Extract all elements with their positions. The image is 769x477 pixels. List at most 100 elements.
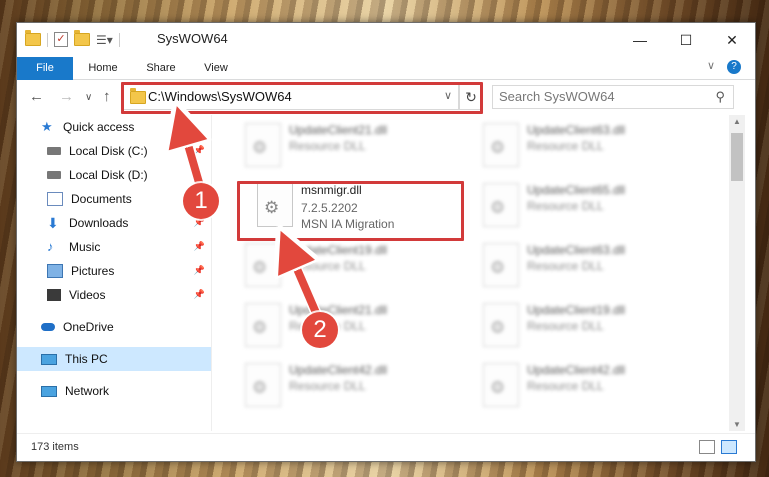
nav-label: Videos bbox=[69, 288, 106, 302]
close-button[interactable]: ✕ bbox=[709, 23, 755, 57]
nav-label: Documents bbox=[71, 192, 132, 206]
scroll-down-icon[interactable]: ▼ bbox=[733, 420, 741, 429]
new-folder-icon[interactable] bbox=[74, 30, 90, 46]
nav-this-pc[interactable]: This PC bbox=[17, 347, 211, 371]
file-type: Resource DLL bbox=[527, 139, 604, 153]
file-item[interactable]: UpdateClient19.dll Resource DLL bbox=[237, 239, 467, 295]
nav-label: Downloads bbox=[69, 216, 129, 230]
divider bbox=[47, 32, 48, 47]
nav-quick-access[interactable]: ★ Quick access bbox=[17, 115, 211, 139]
large-icons-view-icon[interactable] bbox=[721, 440, 737, 454]
search-input[interactable]: Search SysWOW64 ⚲ bbox=[492, 85, 734, 109]
expand-ribbon-icon[interactable]: ∨ bbox=[707, 59, 715, 72]
forward-arrow-icon[interactable]: → bbox=[59, 88, 74, 105]
window-title: SysWOW64 bbox=[157, 31, 228, 46]
file-explorer-window: ✓ ☰▾ SysWOW64 — ☐ ✕ File Home Share View… bbox=[16, 22, 756, 462]
file-type: Resource DLL bbox=[289, 259, 366, 273]
dll-file-icon bbox=[245, 303, 281, 347]
title-bar: ✓ ☰▾ SysWOW64 — ☐ ✕ bbox=[17, 23, 755, 57]
documents-icon bbox=[47, 192, 63, 206]
video-icon bbox=[47, 289, 61, 301]
file-item[interactable]: UpdateClient42.dll Resource DLL bbox=[475, 359, 705, 415]
nav-label: OneDrive bbox=[63, 320, 114, 334]
computer-icon bbox=[41, 353, 57, 365]
nav-network[interactable]: Network bbox=[17, 379, 211, 403]
nav-label: Local Disk (C:) bbox=[69, 144, 148, 158]
recent-locations-icon[interactable]: ∨ bbox=[85, 92, 92, 103]
vertical-scrollbar[interactable]: ▲ ▼ bbox=[729, 115, 745, 431]
nav-downloads[interactable]: ⬇ Downloads 📌 bbox=[17, 211, 211, 235]
pin-icon: 📌 bbox=[193, 241, 205, 251]
pin-icon: 📌 bbox=[193, 145, 205, 155]
file-item[interactable]: UpdateClient42.dll Resource DLL bbox=[237, 359, 467, 415]
tab-share[interactable]: Share bbox=[135, 57, 187, 79]
customize-toolbar-icon[interactable]: ☰▾ bbox=[96, 33, 113, 47]
file-name: UpdateClient42.dll bbox=[527, 363, 626, 377]
cloud-icon bbox=[41, 323, 55, 331]
file-name: UpdateClient19.dll bbox=[527, 303, 626, 317]
nav-label: Music bbox=[69, 240, 101, 254]
drive-icon bbox=[47, 171, 61, 179]
details-view-icon[interactable] bbox=[699, 440, 715, 454]
nav-local-disk-d[interactable]: Local Disk (D:) bbox=[17, 163, 211, 187]
star-icon: ★ bbox=[41, 119, 53, 134]
file-type: Resource DLL bbox=[527, 259, 604, 273]
dll-file-icon bbox=[483, 363, 519, 407]
dll-file-icon bbox=[483, 303, 519, 347]
file-item[interactable]: UpdateClient63.dll Resource DLL bbox=[475, 239, 705, 295]
folder-icon[interactable] bbox=[25, 30, 41, 46]
tab-home[interactable]: Home bbox=[77, 57, 129, 79]
pin-icon: 📌 bbox=[193, 289, 205, 299]
file-item[interactable]: UpdateClient63.dll Resource DLL bbox=[475, 119, 705, 175]
scroll-up-icon[interactable]: ▲ bbox=[733, 117, 741, 126]
nav-pictures[interactable]: Pictures 📌 bbox=[17, 259, 211, 283]
minimize-button[interactable]: — bbox=[617, 23, 663, 57]
address-highlight-frame bbox=[121, 82, 483, 114]
dll-file-icon bbox=[245, 363, 281, 407]
scroll-thumb[interactable] bbox=[731, 133, 743, 181]
file-name: UpdateClient42.dll bbox=[289, 363, 388, 377]
nav-label: Local Disk (D:) bbox=[69, 168, 148, 182]
dll-file-icon bbox=[483, 243, 519, 287]
file-type: Resource DLL bbox=[527, 199, 604, 213]
address-bar-row: ← → ∨ ↑ C:\Windows\SysWOW64 ∨ ↻ Search S… bbox=[17, 80, 755, 114]
file-type: Resource DLL bbox=[527, 379, 604, 393]
nav-documents[interactable]: Documents 📌 bbox=[17, 187, 211, 211]
search-icon: ⚲ bbox=[715, 89, 725, 104]
file-list: UpdateClient21.dll Resource DLL UpdateCl… bbox=[213, 115, 729, 431]
item-count: 173 items bbox=[31, 441, 79, 453]
nav-label: Network bbox=[65, 384, 110, 398]
file-item[interactable]: UpdateClient19.dll Resource DLL bbox=[475, 299, 705, 355]
nav-label: Pictures bbox=[71, 264, 115, 278]
nav-label: This PC bbox=[65, 352, 108, 366]
download-icon: ⬇ bbox=[47, 215, 59, 231]
file-name: UpdateClient63.dll bbox=[527, 123, 626, 137]
drive-icon bbox=[47, 147, 61, 155]
help-icon[interactable]: ? bbox=[727, 60, 741, 74]
nav-label: Quick access bbox=[63, 120, 135, 134]
quick-access-toolbar: ✓ ☰▾ bbox=[25, 30, 120, 47]
up-arrow-icon[interactable]: ↑ bbox=[103, 88, 111, 105]
nav-music[interactable]: ♪ Music 📌 bbox=[17, 235, 211, 259]
file-name: UpdateClient65.dll bbox=[527, 183, 626, 197]
callout-one: 1 bbox=[183, 183, 219, 219]
nav-onedrive[interactable]: OneDrive bbox=[17, 315, 211, 339]
pin-icon: 📌 bbox=[193, 265, 205, 275]
search-placeholder: Search SysWOW64 bbox=[499, 89, 615, 104]
callout-two: 2 bbox=[302, 312, 338, 348]
maximize-button[interactable]: ☐ bbox=[663, 23, 709, 57]
nav-local-disk-c[interactable]: Local Disk (C:) 📌 bbox=[17, 139, 211, 163]
nav-videos[interactable]: Videos 📌 bbox=[17, 283, 211, 307]
music-icon: ♪ bbox=[47, 239, 54, 254]
file-type: Resource DLL bbox=[527, 319, 604, 333]
dll-file-icon bbox=[245, 243, 281, 287]
file-item[interactable]: UpdateClient21.dll Resource DLL bbox=[237, 299, 467, 355]
tab-view[interactable]: View bbox=[193, 57, 239, 79]
file-item[interactable]: UpdateClient21.dll Resource DLL bbox=[237, 119, 467, 175]
file-item[interactable]: UpdateClient65.dll Resource DLL bbox=[475, 179, 705, 235]
properties-icon[interactable]: ✓ bbox=[54, 32, 68, 47]
navigation-pane: ★ Quick access Local Disk (C:) 📌 Local D… bbox=[17, 115, 212, 431]
back-arrow-icon[interactable]: ← bbox=[29, 88, 44, 105]
ribbon-tabs: File Home Share View ∨ ? bbox=[17, 57, 755, 113]
divider bbox=[118, 32, 120, 47]
